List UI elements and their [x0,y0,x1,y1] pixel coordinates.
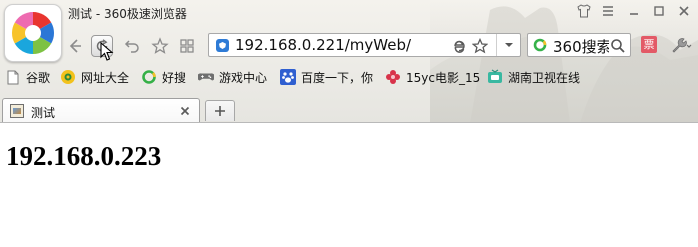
360-logo-icon [11,11,55,55]
address-bar[interactable]: 192.168.0.221/myWeb/ [208,33,521,57]
back-icon [69,39,81,53]
bookmark-label: 好搜 [162,70,187,85]
search-ring-icon [141,69,157,85]
menu-icon [603,6,613,16]
window-title: 测试 - 360极速浏览器 [68,7,187,21]
bookmark-item[interactable]: 谷歌 [5,68,50,86]
ie-mode-icon[interactable] [450,37,468,55]
favorite-button[interactable] [149,35,171,57]
search-icon [611,39,625,53]
back-button[interactable] [64,35,86,57]
close-icon [679,6,689,16]
maximize-button[interactable] [649,2,669,20]
search-input[interactable]: 360搜索 [553,36,612,56]
new-tab-button[interactable] [205,100,235,121]
page-heading: 192.168.0.223 [6,141,162,171]
search-button[interactable] [609,37,627,55]
flower-icon [385,69,401,85]
minimize-icon [630,13,638,15]
apps-icon [180,39,194,53]
360-search-icon [533,38,547,52]
apps-button[interactable] [176,35,198,57]
maximize-icon [654,6,664,16]
undo-close-button[interactable] [121,35,143,57]
menu-button[interactable] [598,2,618,20]
mouse-cursor-icon [100,42,114,61]
tools-button[interactable] [670,35,692,55]
globe-icon [60,69,76,85]
plus-icon [215,106,225,116]
address-dropdown-icon[interactable] [496,34,521,56]
tab-label: 测试 [31,106,56,120]
address-url[interactable]: 192.168.0.221/myWeb/ [235,36,411,54]
bookmark-label: 15yc电影_15 [406,70,481,85]
page-icon [5,69,21,85]
bookmark-item[interactable]: 游戏中心 [198,68,267,86]
page-content: 192.168.0.223 [0,123,698,247]
bookmark-item[interactable]: 网址大全 [60,68,129,86]
browser-window: 测试 - 360极速浏览器 192.168.0.221/myWeb/ 360搜索… [0,0,698,247]
security-shield-icon[interactable] [216,39,229,52]
skin-button[interactable] [574,2,594,20]
close-button[interactable] [674,2,694,20]
tab-strip: 测试 [0,96,698,123]
browser-logo[interactable] [4,4,62,62]
window-controls [568,2,698,20]
bookmarks-bar: 谷歌 网址大全 好搜 游戏中心 百度一下，你 15yc电影_15 湖南卫视在线 [0,64,698,90]
bookmark-item[interactable]: 好搜 [141,68,186,86]
bookmark-label: 湖南卫视在线 [508,70,581,85]
bookmark-item[interactable]: 湖南卫视在线 [487,68,580,86]
bookmark-label: 谷歌 [26,70,51,85]
paw-icon [280,69,296,85]
bookmark-label: 网址大全 [81,70,130,85]
gamepad-icon [198,69,214,85]
bookmark-label: 百度一下，你 [301,70,374,85]
star-outline-icon [151,37,169,54]
shirt-icon [577,4,591,18]
tv-icon [487,69,503,85]
bookmark-star-icon[interactable] [471,37,489,55]
search-box[interactable]: 360搜索 [527,33,631,57]
minimize-button[interactable] [624,2,644,20]
undo-icon [124,40,139,53]
bookmark-label: 游戏中心 [219,70,268,85]
bookmark-item[interactable]: 百度一下，你 [280,68,373,86]
wrench-icon [672,38,692,53]
ticket-button[interactable]: 票 [641,36,657,53]
bookmark-item[interactable]: 15yc电影_15 [385,68,480,86]
close-icon [180,106,190,116]
page-favicon-icon [10,104,24,118]
tab-close-button[interactable] [177,103,193,119]
browser-chrome: 测试 - 360极速浏览器 192.168.0.221/myWeb/ 360搜索… [0,0,698,123]
tab-active[interactable]: 测试 [2,98,200,123]
